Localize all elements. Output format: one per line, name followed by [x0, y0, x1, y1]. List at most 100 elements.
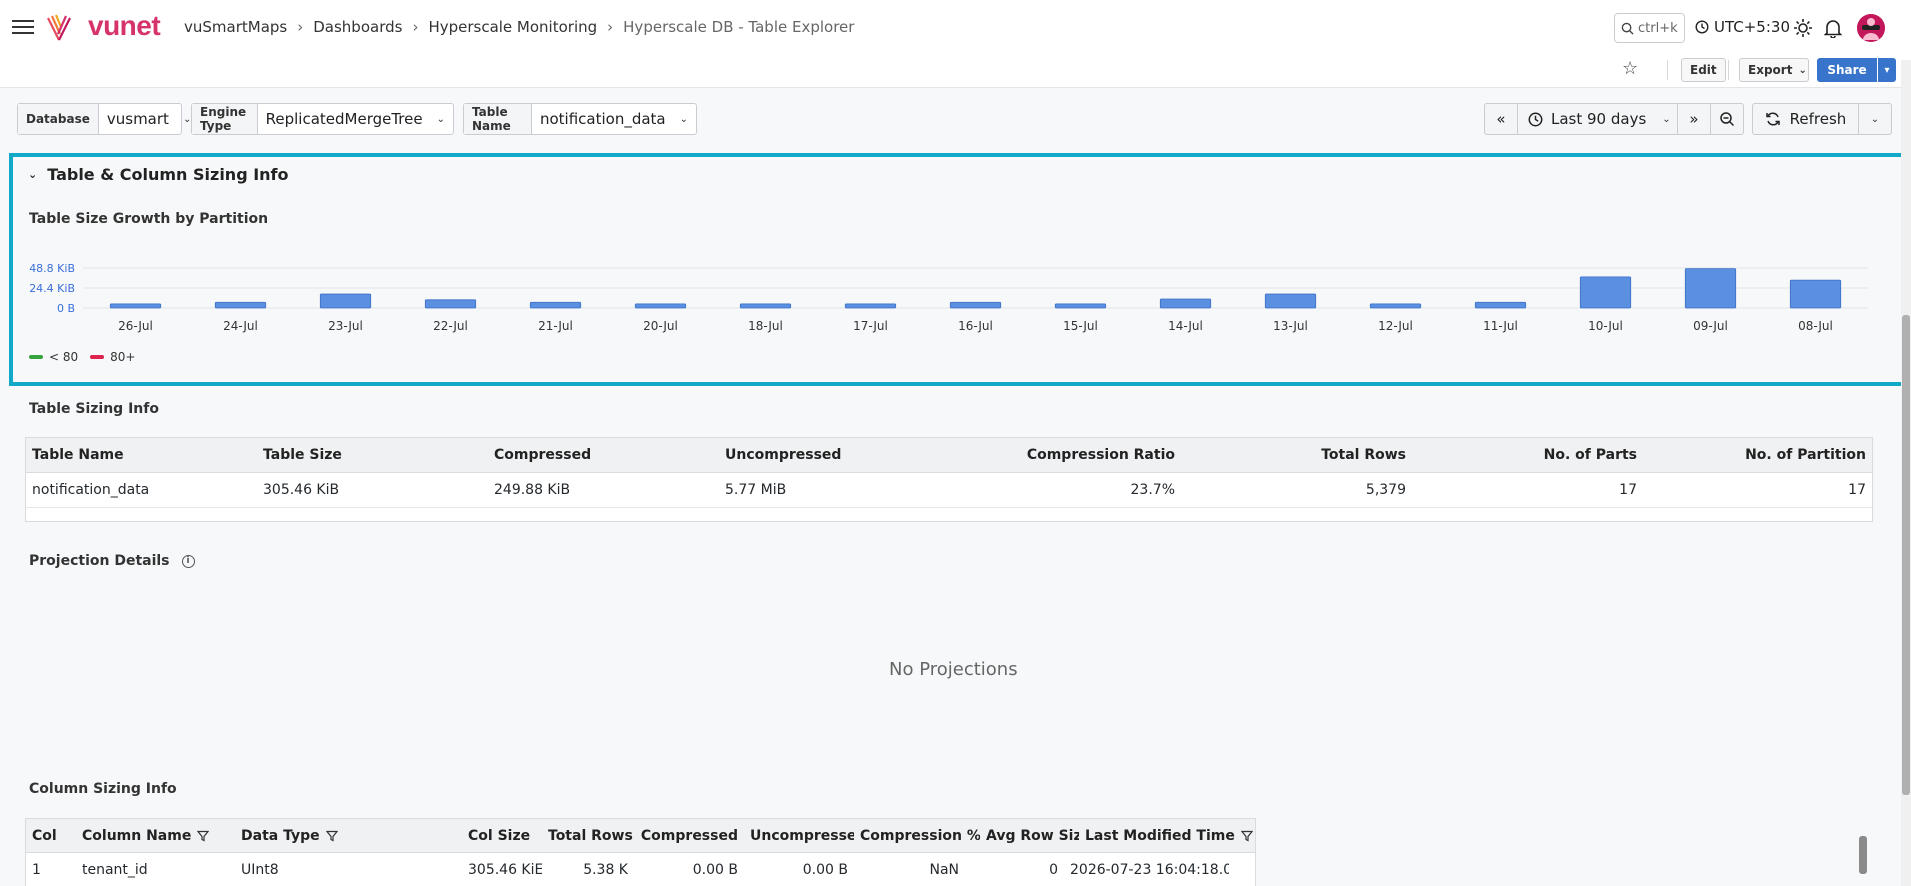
chart-bar[interactable] — [1474, 301, 1527, 309]
table-sizing-table: Table Name Table Size Compressed Uncompr… — [25, 437, 1873, 522]
column-header-last-modified[interactable]: Last Modified Time — [1079, 828, 1255, 844]
column-header-data-type[interactable]: Data Type — [235, 828, 462, 844]
x-tick-label: 08-Jul — [1798, 319, 1833, 333]
x-tick-label: 13-Jul — [1273, 319, 1308, 333]
column-header[interactable]: Table Size — [257, 447, 488, 463]
edit-button[interactable]: Edit — [1681, 58, 1726, 82]
share-button[interactable]: Share — [1817, 58, 1877, 82]
chart-bar[interactable] — [949, 301, 1002, 309]
x-tick-label: 26-Jul — [118, 319, 153, 333]
chevron-down-icon: ⌄ — [1798, 64, 1807, 76]
chart-legend: < 80 80+ — [29, 350, 135, 364]
variable-table-name[interactable]: Table Name notification_data ⌄ — [463, 103, 697, 135]
chart-bar[interactable] — [424, 299, 477, 309]
chart-bar[interactable] — [1369, 303, 1422, 309]
breadcrumb-current-page: Hyperscale DB - Table Explorer — [623, 18, 855, 36]
chart-bar[interactable] — [1054, 303, 1107, 309]
column-header[interactable]: Uncompressed — [744, 828, 854, 844]
chart-bar[interactable] — [1789, 279, 1842, 309]
column-header[interactable]: Table Name — [26, 447, 257, 463]
variable-database-label: Database — [18, 104, 99, 134]
chart-panel-title: Table Size Growth by Partition — [29, 211, 269, 227]
chart-bar[interactable] — [1579, 276, 1632, 309]
time-shift-forward-button[interactable]: » — [1677, 103, 1711, 135]
column-header[interactable]: Col — [26, 828, 76, 844]
theme-sun-icon[interactable] — [1791, 16, 1815, 40]
user-avatar[interactable] — [1857, 14, 1885, 42]
filter-icon[interactable] — [1240, 830, 1253, 842]
table-cell: 2026-07-23 16:04:18.00( — [1070, 862, 1229, 878]
column-header[interactable]: Col Size — [462, 828, 542, 844]
chart-bar[interactable] — [739, 303, 792, 309]
chart-bar[interactable] — [214, 301, 267, 309]
column-header-column-name[interactable]: Column Name — [76, 828, 235, 844]
table-cell: UInt8 — [241, 862, 279, 878]
chart-bar[interactable] — [1684, 268, 1737, 309]
chart-bar[interactable] — [1264, 293, 1317, 309]
chart-bar[interactable] — [844, 303, 897, 309]
chart-bar[interactable] — [319, 293, 372, 309]
column-header[interactable]: No. of Parts — [1412, 447, 1643, 463]
double-chevron-right-icon: » — [1689, 110, 1699, 128]
divider — [1728, 60, 1729, 80]
refresh-interval-dropdown[interactable]: ⌄ — [1858, 103, 1892, 135]
time-shift-back-button[interactable]: « — [1484, 103, 1518, 135]
x-tick-label: 10-Jul — [1588, 319, 1623, 333]
chevron-down-icon: ⌄ — [679, 113, 688, 125]
timezone-picker[interactable]: UTC+5:30 — [1695, 18, 1790, 36]
scrollbar-thumb[interactable] — [1902, 315, 1910, 795]
column-header[interactable]: Avg Row Size — [980, 828, 1079, 844]
y-tick-label: 48.8 KiB — [29, 262, 75, 275]
column-header-label: Column Name — [82, 827, 192, 844]
divider — [1667, 60, 1668, 80]
scrollbar-thumb[interactable] — [1859, 836, 1867, 874]
share-dropdown-chevron-icon[interactable]: ▾ — [1878, 58, 1896, 82]
brand-logo-text: vunet — [88, 10, 161, 41]
column-header[interactable]: Total Rows — [542, 828, 634, 844]
table-cell: 17 — [1848, 482, 1866, 498]
info-icon[interactable]: i — [181, 554, 195, 568]
column-header[interactable]: Compressed — [634, 828, 744, 844]
filter-icon[interactable] — [325, 830, 338, 842]
legend-label: < 80 — [49, 350, 79, 364]
export-button[interactable]: Export ⌄ — [1739, 58, 1809, 82]
breadcrumb-vusmartmaps[interactable]: vuSmartMaps — [184, 18, 287, 36]
column-header[interactable]: Uncompressed — [719, 447, 950, 463]
chart-bar[interactable] — [1159, 298, 1212, 309]
x-tick-label: 24-Jul — [223, 319, 258, 333]
x-tick-label: 17-Jul — [853, 319, 888, 333]
column-header[interactable]: No. of Partition — [1643, 447, 1872, 463]
y-tick-label: 24.4 KiB — [29, 282, 75, 295]
column-header[interactable]: Total Rows — [1181, 447, 1412, 463]
no-projections-message: No Projections — [889, 659, 1018, 680]
breadcrumb-dashboards[interactable]: Dashboards — [313, 18, 402, 36]
row-title: Table & Column Sizing Info — [47, 165, 289, 184]
refresh-button[interactable]: Refresh — [1752, 103, 1859, 135]
time-range-picker[interactable]: Last 90 days ⌄ — [1517, 103, 1678, 135]
page-scrollbar[interactable] — [1901, 60, 1911, 886]
zoom-out-button[interactable] — [1710, 103, 1744, 135]
chart-bar[interactable] — [529, 301, 582, 309]
breadcrumb-hyperscale-monitoring[interactable]: Hyperscale Monitoring — [428, 18, 597, 36]
legend-item-80-plus[interactable]: 80+ — [90, 350, 135, 364]
column-header[interactable]: Compression Ratio — [950, 447, 1181, 463]
notification-bell-icon[interactable] — [1821, 16, 1845, 40]
star-icon[interactable]: ☆ — [1622, 58, 1638, 79]
chevron-right-icon: › — [607, 18, 614, 36]
breadcrumb: vuSmartMaps › Dashboards › Hyperscale Mo… — [184, 18, 854, 36]
table-cell: 5,379 — [1365, 482, 1406, 498]
chart-bar[interactable] — [634, 303, 687, 309]
search-input[interactable]: ctrl+k — [1614, 13, 1685, 43]
filter-icon[interactable] — [197, 830, 210, 842]
variable-engine-type[interactable]: Engine Type ReplicatedMergeTree ⌄ — [191, 103, 454, 135]
legend-item-under-80[interactable]: < 80 — [29, 350, 78, 364]
column-header[interactable]: Compressed — [488, 447, 719, 463]
projection-panel-title: Projection Details i — [29, 553, 195, 569]
column-header[interactable]: Compression % — [854, 828, 980, 844]
table-scrollbar[interactable] — [1855, 818, 1871, 886]
chart-bar[interactable] — [109, 303, 162, 309]
y-tick-label: 0 B — [57, 302, 75, 315]
hamburger-menu-icon[interactable] — [12, 16, 34, 38]
row-collapse-toggle[interactable]: ⌄ Table & Column Sizing Info — [28, 165, 289, 184]
variable-database[interactable]: Database vusmart ⌄ — [17, 103, 191, 135]
